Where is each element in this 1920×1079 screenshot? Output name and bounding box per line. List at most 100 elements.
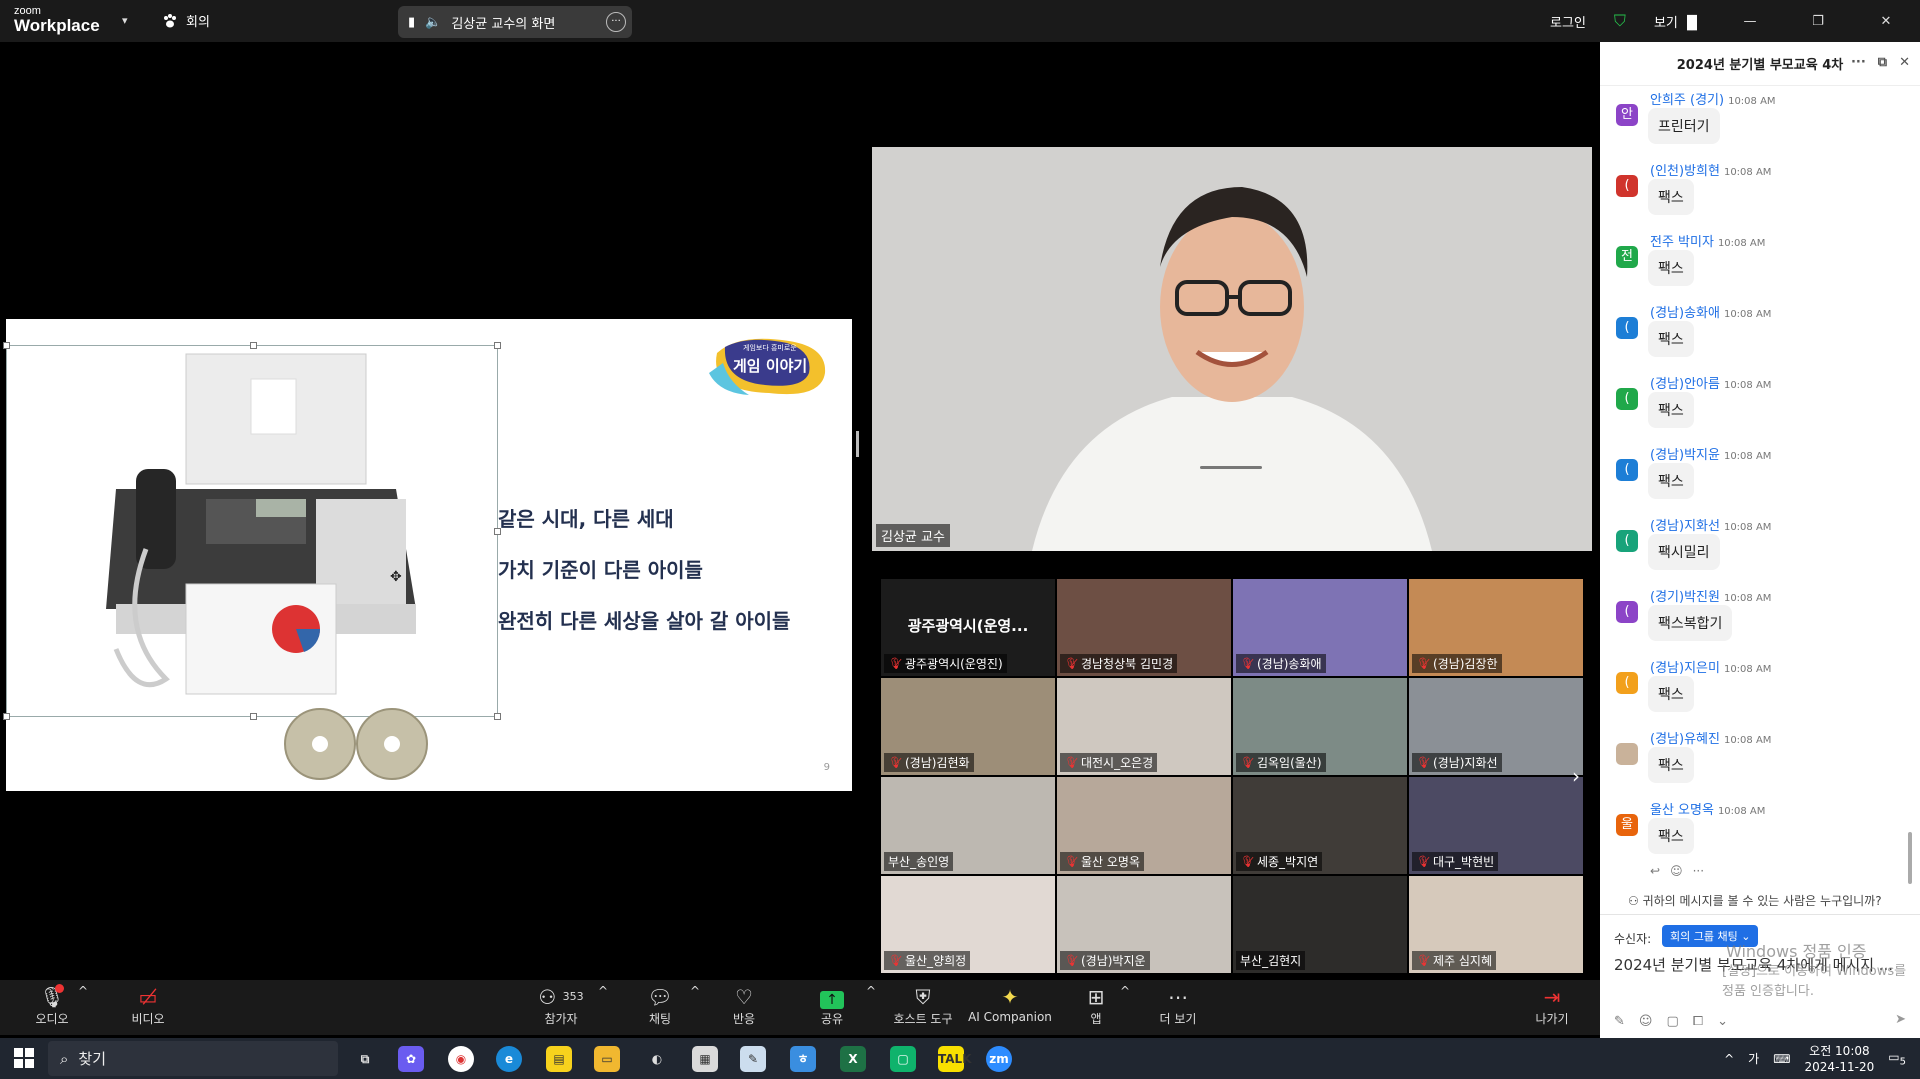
- chat-message[interactable]: ((경남)박지윤 10:08 AM 팩스: [1600, 441, 1920, 512]
- message-bubble[interactable]: 팩스: [1648, 818, 1694, 854]
- resize-handle[interactable]: [494, 342, 501, 349]
- emoji-icon[interactable]: ☺: [1639, 1014, 1653, 1029]
- chevron-up-icon[interactable]: ^: [1724, 1052, 1734, 1066]
- file-icon[interactable]: ▢: [1666, 1014, 1678, 1029]
- ai-companion-button[interactable]: ✦ AI Companion: [968, 984, 1052, 1024]
- participants-button[interactable]: ⚇ 353 참가자: [526, 984, 596, 1027]
- chat-message[interactable]: ((경남)지은미 10:08 AM 팩스: [1600, 654, 1920, 725]
- message-bubble[interactable]: 팩시밀리: [1648, 534, 1720, 570]
- participant-tile[interactable]: 부산_김현지: [1232, 875, 1408, 974]
- participant-tile[interactable]: 🎙︎̸ 김옥임(울산): [1232, 677, 1408, 776]
- more-icon[interactable]: ···: [606, 12, 626, 32]
- windows-start-icon[interactable]: [14, 1048, 34, 1068]
- ime-indicator[interactable]: 가: [1748, 1050, 1759, 1067]
- file-explorer-icon[interactable]: ▭: [594, 1046, 620, 1072]
- chat-message[interactable]: ((인천)방희현 10:08 AM 팩스: [1600, 157, 1920, 228]
- message-bubble[interactable]: 팩스: [1648, 250, 1694, 286]
- more-icon[interactable]: ···: [1693, 864, 1704, 878]
- gallery-drag-handle[interactable]: [1200, 466, 1262, 469]
- format-icon[interactable]: ✎: [1614, 1014, 1625, 1029]
- participant-tile[interactable]: 🎙︎̸ 경남청상북 김민경: [1056, 578, 1232, 677]
- shared-slide[interactable]: 게임보다 흥미로운 게임 이야기 같은 시대, 다른 세대 가치 기준이 다른 …: [3, 319, 852, 791]
- share-button[interactable]: ↑ 공유: [812, 984, 852, 1027]
- chat-message[interactable]: 전 전주 박미자 10:08 AM 팩스: [1600, 228, 1920, 299]
- minimize-icon[interactable]: —: [1730, 14, 1770, 29]
- message-bubble[interactable]: 팩스: [1648, 392, 1694, 428]
- speaker-video[interactable]: 김상균 교수: [872, 147, 1592, 551]
- participant-tile[interactable]: 🎙︎̸ 대전시_오은경: [1056, 677, 1232, 776]
- message-bubble[interactable]: 프린터기: [1648, 108, 1720, 144]
- task-view-icon[interactable]: ⧉: [352, 1046, 378, 1072]
- chevron-down-icon[interactable]: ⌄: [1717, 1014, 1728, 1029]
- zoom-taskbar-icon[interactable]: zm: [986, 1046, 1012, 1072]
- resize-handle[interactable]: [3, 713, 10, 720]
- view-button[interactable]: 보기 ▐▌: [1654, 12, 1702, 31]
- resize-handle[interactable]: [250, 342, 257, 349]
- chat-message[interactable]: 울 울산 오명옥 10:08 AM 팩스: [1600, 796, 1920, 858]
- line-works-icon[interactable]: ▢: [890, 1046, 916, 1072]
- participant-tile[interactable]: 🎙︎̸ (경남)송화애: [1232, 578, 1408, 677]
- chevron-down-icon[interactable]: ▾: [122, 14, 128, 27]
- resize-handle[interactable]: [3, 342, 10, 349]
- screenshot-icon[interactable]: ⧠: [1693, 1014, 1703, 1029]
- chat-message[interactable]: ((경남)안아름 10:08 AM 팩스: [1600, 370, 1920, 441]
- message-bubble[interactable]: 팩스: [1648, 463, 1694, 499]
- clock[interactable]: 오전 10:08 2024-11-20: [1805, 1043, 1875, 1075]
- resize-handle[interactable]: [494, 713, 501, 720]
- notification-icon[interactable]: ▭5: [1888, 1050, 1906, 1067]
- host-tools-button[interactable]: ⛨ 호스트 도구: [888, 984, 958, 1027]
- gallery-next-icon[interactable]: ›: [1572, 764, 1580, 788]
- participant-tile[interactable]: 🎙︎̸ 울산_양희정: [880, 875, 1056, 974]
- send-icon[interactable]: ➤: [1895, 1012, 1906, 1027]
- calculator-icon[interactable]: ▦: [692, 1046, 718, 1072]
- message-bubble[interactable]: 팩스복합기: [1648, 605, 1733, 641]
- screen-share-indicator[interactable]: ▮ 🔈 김상균 교수의 화면 ···: [398, 6, 632, 38]
- more-button[interactable]: ⋯ 더 보기: [1156, 984, 1200, 1027]
- leave-button[interactable]: ⇥ 나가기: [1530, 984, 1574, 1027]
- message-bubble[interactable]: 팩스: [1648, 747, 1694, 783]
- chrome-icon[interactable]: ◉: [448, 1046, 474, 1072]
- shield-icon[interactable]: ⛉: [1614, 11, 1626, 31]
- taskbar-search[interactable]: ⌕ 찾기: [48, 1041, 338, 1076]
- participants-caret-icon[interactable]: ^: [598, 984, 608, 998]
- emoji-icon[interactable]: ☺: [1670, 864, 1683, 878]
- participant-tile[interactable]: 🎙︎̸ 제주 심지혜: [1408, 875, 1584, 974]
- meeting-menu-button[interactable]: 회의: [162, 11, 210, 30]
- participant-tile[interactable]: 🎙︎̸ 세종_박지연: [1232, 776, 1408, 875]
- participant-tile[interactable]: 🎙︎̸ (경남)박지운: [1056, 875, 1232, 974]
- notepad-icon[interactable]: ✎: [740, 1046, 766, 1072]
- app-icon[interactable]: ㅎ: [790, 1046, 816, 1072]
- chat-scrollbar[interactable]: [1908, 832, 1912, 884]
- audio-button[interactable]: 🎙︎ 오디오: [28, 984, 76, 1027]
- chat-button[interactable]: 💬︎ 채팅: [640, 984, 680, 1027]
- reply-icon[interactable]: ↩: [1650, 864, 1660, 878]
- video-button[interactable]: ▭̸ 비디오: [124, 984, 172, 1027]
- message-bubble[interactable]: 팩스: [1648, 179, 1694, 215]
- close-icon[interactable]: ✕: [1866, 14, 1906, 29]
- participant-tile[interactable]: 부산_송인영: [880, 776, 1056, 875]
- restore-icon[interactable]: ❐: [1798, 14, 1838, 29]
- chat-message[interactable]: (경남)유혜진 10:08 AM 팩스: [1600, 725, 1920, 796]
- login-button[interactable]: 로그인: [1550, 12, 1586, 31]
- share-caret-icon[interactable]: ^: [866, 984, 876, 998]
- react-button[interactable]: ♡ 반응: [724, 984, 764, 1027]
- chat-messages[interactable]: 안 안희주 (경기) 10:08 AM 프린터기((인천)방희현 10:08 AM 팩스 전…: [1600, 86, 1920, 858]
- edge-icon[interactable]: e: [496, 1046, 522, 1072]
- participant-tile[interactable]: 🎙︎̸ (경남)김장한: [1408, 578, 1584, 677]
- message-bubble[interactable]: 팩스: [1648, 676, 1694, 712]
- audio-options-caret-icon[interactable]: ^: [78, 984, 88, 998]
- more-icon[interactable]: ···: [1851, 55, 1866, 70]
- apps-caret-icon[interactable]: ^: [1120, 984, 1130, 998]
- paint-icon[interactable]: ◐: [644, 1046, 670, 1072]
- excel-icon[interactable]: X: [840, 1046, 866, 1072]
- participant-tile[interactable]: 🎙︎̸ (경남)김현화: [880, 677, 1056, 776]
- chat-message[interactable]: 안 안희주 (경기) 10:08 AM 프린터기: [1600, 86, 1920, 157]
- chat-caret-icon[interactable]: ^: [690, 984, 700, 998]
- chat-message[interactable]: ((경남)지화선 10:08 AM 팩시밀리: [1600, 512, 1920, 583]
- popout-icon[interactable]: ⧉: [1878, 55, 1887, 70]
- chat-message[interactable]: ((경남)송화애 10:08 AM 팩스: [1600, 299, 1920, 370]
- sticky-notes-icon[interactable]: ▤: [546, 1046, 572, 1072]
- participant-tile[interactable]: 🎙︎̸ 울산 오명옥: [1056, 776, 1232, 875]
- keyboard-icon[interactable]: ⌨: [1773, 1052, 1790, 1066]
- message-bubble[interactable]: 팩스: [1648, 321, 1694, 357]
